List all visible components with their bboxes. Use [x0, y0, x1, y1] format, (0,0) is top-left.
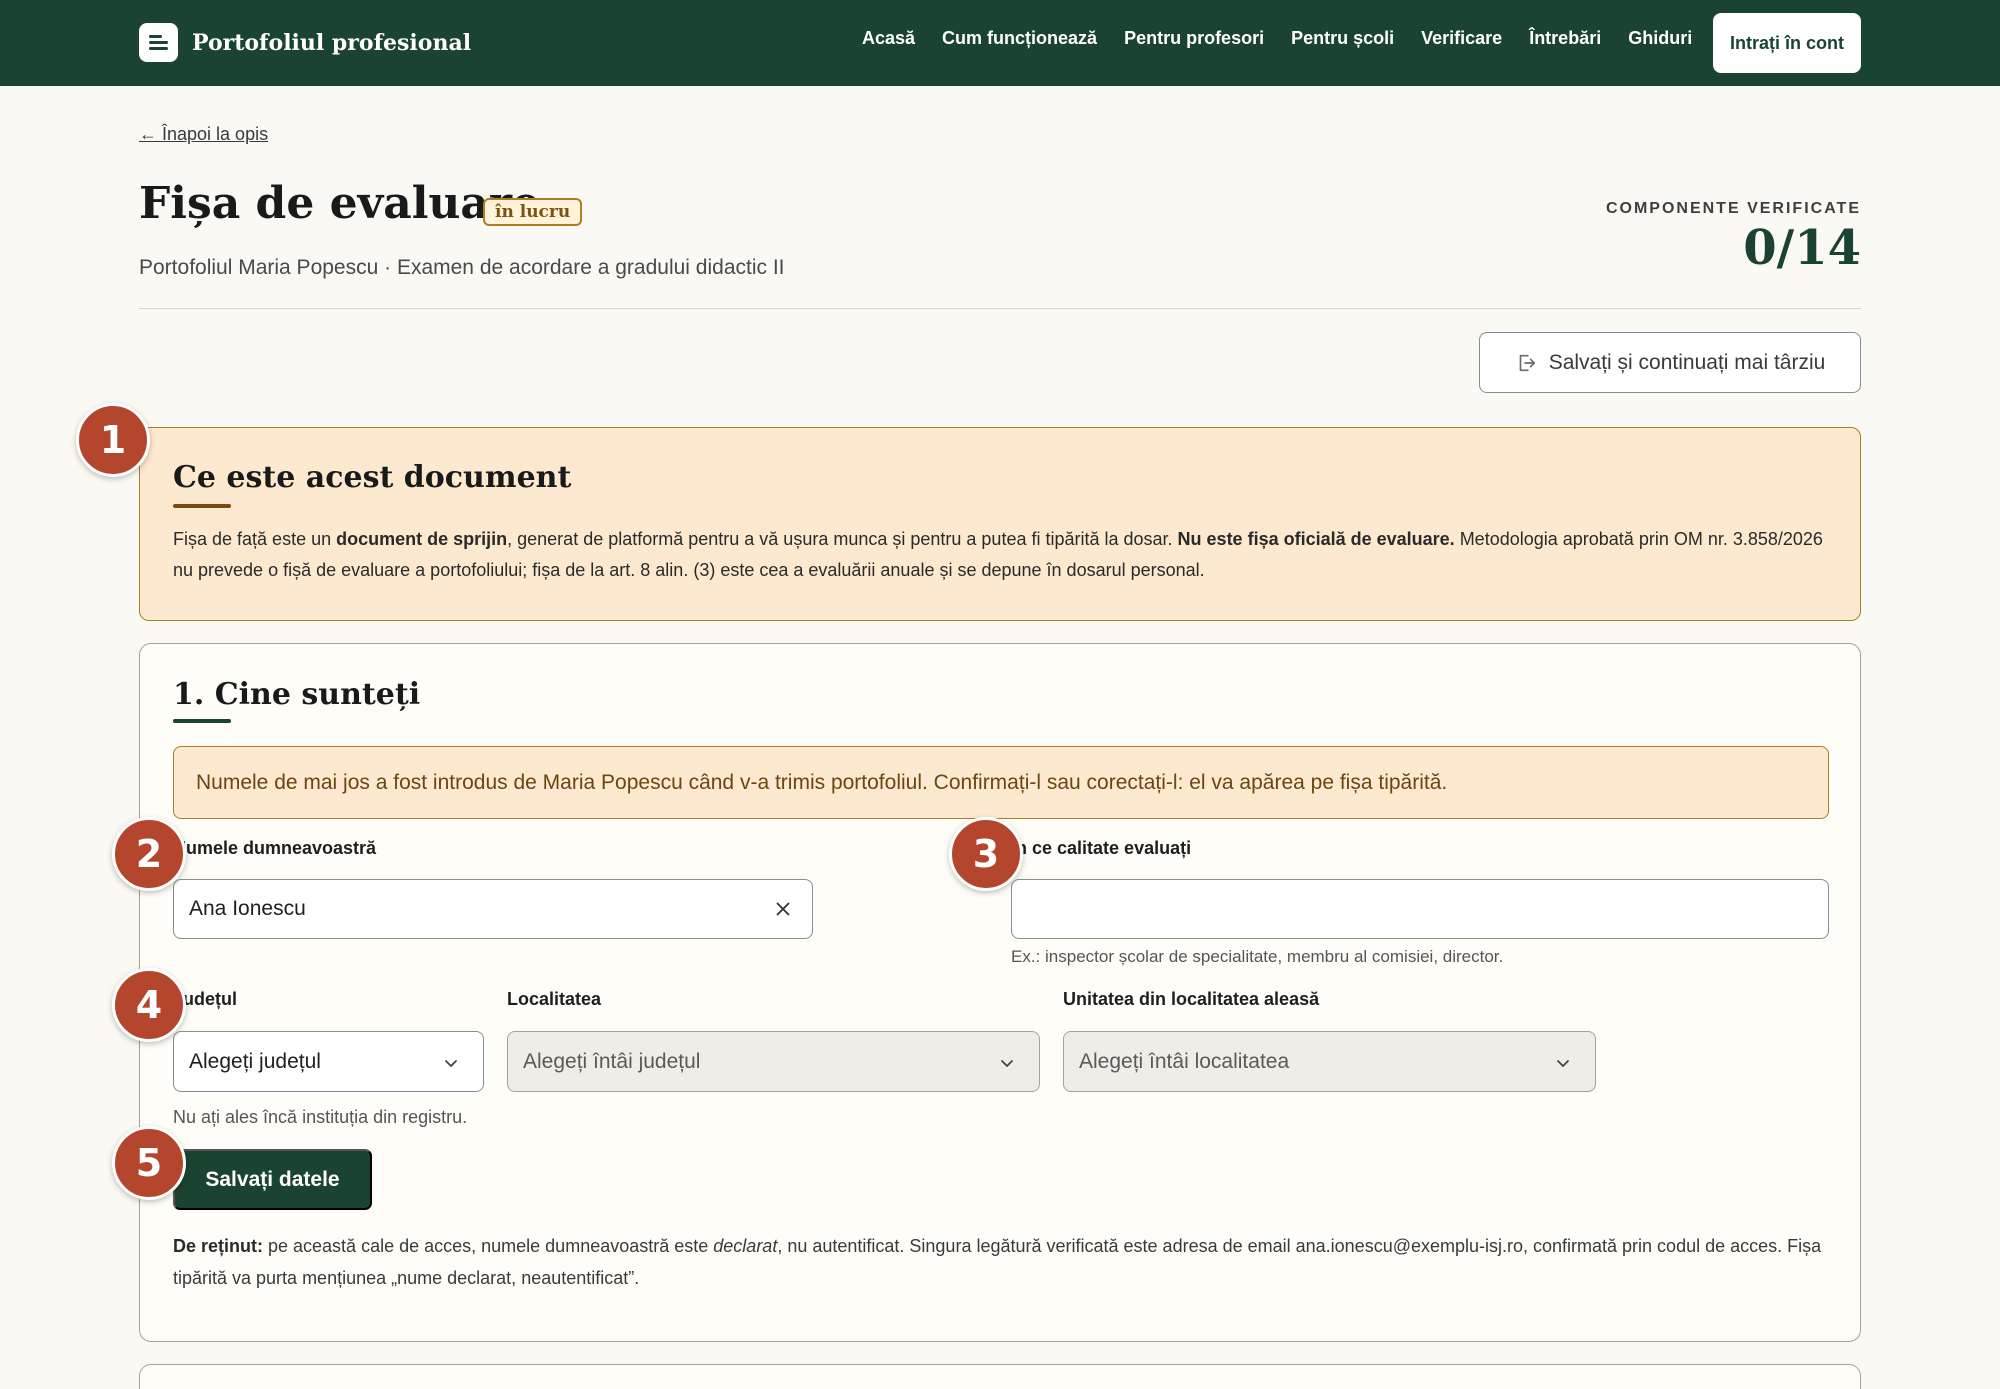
- nav-link-ghiduri[interactable]: Ghiduri: [1628, 28, 1692, 49]
- login-button[interactable]: Intrați în cont: [1713, 13, 1861, 73]
- close-icon[interactable]: [772, 898, 794, 920]
- brand[interactable]: Portofoliul profesional: [139, 23, 471, 62]
- nav-link-pentru-scoli[interactable]: Pentru școli: [1291, 28, 1394, 49]
- nav-link-acasa[interactable]: Acasă: [862, 28, 915, 49]
- role-label: În ce calitate evaluați: [1011, 838, 1192, 858]
- unit-select[interactable]: Alegeți întâi localitatea: [1063, 1031, 1596, 1092]
- step-marker-1: 1: [76, 403, 150, 477]
- info-card: Ce este acest document Fișa de față este…: [139, 427, 1861, 621]
- step-marker-4: 4: [112, 968, 186, 1042]
- save-and-continue-later-button[interactable]: Salvați și continuați mai târziu: [1479, 332, 1861, 393]
- nav-link-verificare[interactable]: Verificare: [1421, 28, 1502, 49]
- name-label: Numele dumneavoastră: [173, 838, 377, 858]
- info-title-underline: [173, 504, 231, 508]
- section-cine-sunteti: 1. Cine sunteți Numele de mai jos a fost…: [139, 643, 1861, 1342]
- section-title-underline: [173, 719, 231, 723]
- counter-value: 0/14: [1743, 220, 1861, 276]
- divider: [139, 308, 1861, 309]
- status-badge: în lucru: [483, 198, 583, 226]
- exit-icon: [1519, 354, 1535, 371]
- document-icon: [139, 23, 178, 62]
- top-navbar: Portofoliul profesional Acasă Cum funcți…: [0, 0, 2000, 86]
- name-notice: Numele de mai jos a fost introdus de Mar…: [173, 746, 1829, 819]
- chevron-down-icon: [1557, 1060, 1569, 1067]
- chevron-down-icon: [445, 1060, 457, 1067]
- remember-note: De reținut: pe această cale de acces, nu…: [173, 1236, 1822, 1288]
- name-input-value: Ana Ionescu: [189, 897, 306, 920]
- save-later-label: Salvați și continuați mai târziu: [1548, 350, 1826, 374]
- step-marker-2: 2: [112, 817, 186, 891]
- save-data-button[interactable]: Salvați datele: [173, 1149, 372, 1210]
- nav-link-intrebari[interactable]: Întrebări: [1529, 28, 1601, 49]
- nav-link-cum-functioneaza[interactable]: Cum funcționează: [942, 28, 1097, 49]
- chevron-down-icon: [1001, 1060, 1013, 1067]
- brand-name: Portofoliul profesional: [192, 29, 472, 56]
- next-section-card: [139, 1364, 1861, 1389]
- counter-label: COMPONENTE VERIFICATE: [1605, 200, 1861, 217]
- step-marker-3: 3: [949, 817, 1023, 891]
- locality-select-value: Alegeți întâi județul: [523, 1049, 701, 1073]
- section-title: 1. Cine sunteți: [173, 677, 421, 712]
- back-link[interactable]: ← Înapoi la opis: [139, 124, 268, 145]
- role-input[interactable]: [1011, 879, 1829, 939]
- institution-hint: Nu ați ales încă instituția din registru…: [173, 1107, 468, 1127]
- role-hint: Ex.: inspector școlar de specialitate, m…: [1011, 947, 1504, 966]
- county-select[interactable]: Alegeți județul: [173, 1031, 484, 1092]
- nav-link-pentru-profesori[interactable]: Pentru profesori: [1124, 28, 1264, 49]
- info-title: Ce este acest document: [173, 460, 572, 495]
- main-nav: Acasă Cum funcționează Pentru profesori …: [862, 28, 1692, 49]
- locality-label: Localitatea: [507, 989, 602, 1009]
- page-subtitle: Portofoliul Maria Popescu · Examen de ac…: [139, 256, 785, 279]
- info-text: Fișa de față este un document de sprijin…: [173, 529, 1823, 580]
- name-input[interactable]: Ana Ionescu: [173, 879, 813, 939]
- unit-select-value: Alegeți întâi localitatea: [1079, 1049, 1290, 1073]
- locality-select[interactable]: Alegeți întâi județul: [507, 1031, 1040, 1092]
- county-select-value: Alegeți județul: [189, 1049, 321, 1073]
- step-marker-5: 5: [112, 1126, 186, 1200]
- unit-label: Unitatea din localitatea aleasă: [1063, 989, 1320, 1009]
- page-title: Fișa de evaluare: [139, 178, 541, 229]
